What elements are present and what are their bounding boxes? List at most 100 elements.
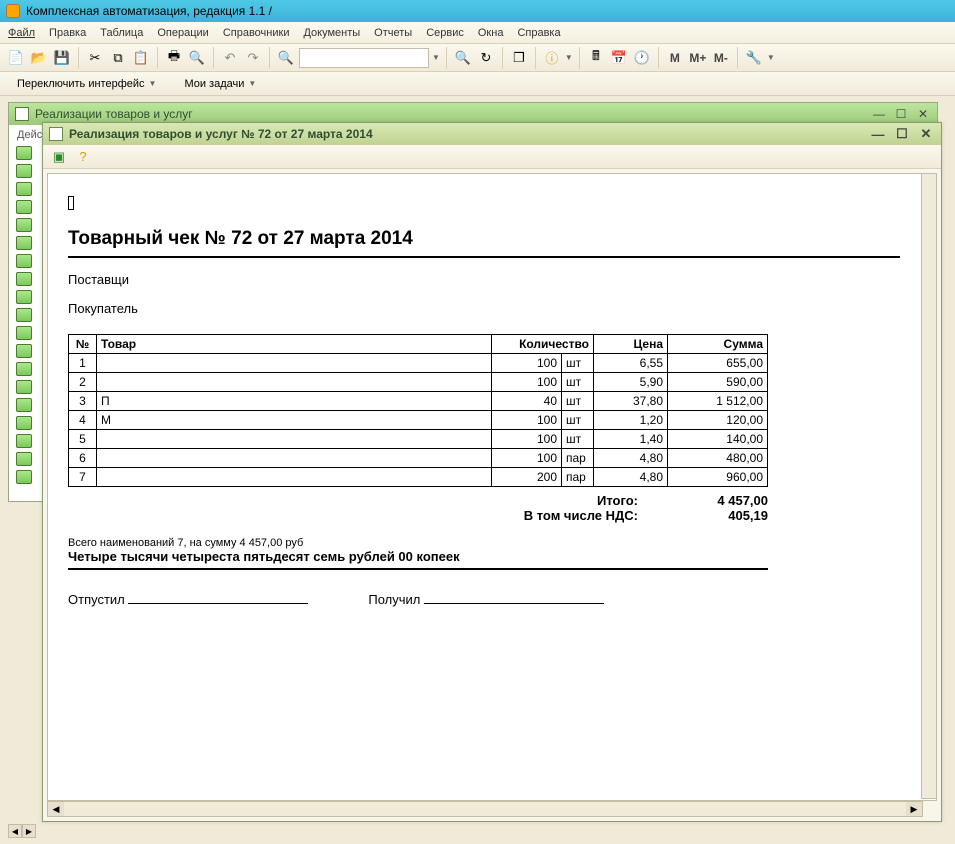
minimize-icon[interactable]: — [871, 107, 887, 121]
scroll-left-icon[interactable]: ◀ [8, 824, 22, 838]
search-input[interactable] [299, 48, 429, 68]
scroll-right-icon[interactable]: ▶ [906, 802, 922, 816]
col-sum: Сумма [668, 335, 768, 354]
cell-num: 2 [69, 373, 97, 392]
status-row-icon [16, 218, 32, 232]
cell-unit: шт [562, 354, 594, 373]
cell-product [97, 449, 492, 468]
close-icon[interactable]: ✕ [915, 107, 931, 121]
tools-icon[interactable]: 🔧 [744, 48, 764, 68]
cell-qty: 100 [492, 411, 562, 430]
menu-documents[interactable]: Документы [303, 27, 360, 39]
status-row-icon [16, 362, 32, 376]
info-dropdown-icon[interactable]: ▼ [565, 53, 573, 62]
table-row: 7200пар4,80960,00 [69, 468, 768, 487]
cell-sum: 480,00 [668, 449, 768, 468]
paste-icon[interactable]: 📋 [131, 48, 151, 68]
cell-qty: 200 [492, 468, 562, 487]
menu-table[interactable]: Таблица [100, 27, 143, 39]
maximize-icon[interactable]: ☐ [893, 107, 909, 121]
window-sales-list-title: Реализации товаров и услуг [35, 107, 193, 121]
search-dropdown-icon[interactable]: ▼ [432, 53, 440, 62]
secondary-toolbar: Переключить интерфейс▼ Мои задачи▼ [0, 72, 955, 96]
cell-price: 6,55 [594, 354, 668, 373]
scroll-left-icon[interactable]: ◀ [48, 802, 64, 816]
status-row-icon [16, 308, 32, 322]
menu-service[interactable]: Сервис [426, 27, 464, 39]
signatures: Отпустил Получил [68, 592, 900, 607]
cell-qty: 100 [492, 373, 562, 392]
document-page: Товарный чек № 72 от 27 марта 2014 Поста… [48, 174, 936, 627]
table-row: 6100пар4,80480,00 [69, 449, 768, 468]
cell-price: 37,80 [594, 392, 668, 411]
print-icon[interactable]: 🖶 [164, 48, 184, 68]
totals-block: Итого: 4 457,00 В том числе НДС: 405,19 [68, 493, 768, 523]
menu-edit[interactable]: Правка [49, 27, 86, 39]
info-icon[interactable]: ⓘ [542, 48, 562, 68]
vat-value: 405,19 [668, 508, 768, 523]
tools-dropdown-icon[interactable]: ▼ [767, 53, 775, 62]
status-row-icon [16, 272, 32, 286]
cell-num: 6 [69, 449, 97, 468]
cell-product [97, 354, 492, 373]
window-receipt: Реализация товаров и услуг № 72 от 27 ма… [42, 122, 942, 822]
calc-icon[interactable]: 🖩 [586, 48, 606, 68]
minimize-icon[interactable]: — [869, 127, 887, 141]
save-icon[interactable]: 💾 [52, 48, 72, 68]
memory-mminus[interactable]: M- [711, 48, 731, 68]
status-row-icon [16, 164, 32, 178]
outer-hscroll[interactable]: ◀ ▶ [8, 824, 38, 838]
switch-interface-button[interactable]: Переключить интерфейс▼ [8, 75, 165, 93]
received-sign-line [424, 603, 604, 604]
copy-icon[interactable]: ⧉ [108, 48, 128, 68]
status-row-icon [16, 434, 32, 448]
help-icon[interactable]: ? [73, 147, 93, 167]
summary-count: Всего наименований 7, на сумму 4 457,00 … [68, 537, 900, 549]
new-icon[interactable]: 📄 [6, 48, 26, 68]
horizontal-scrollbar[interactable]: ◀ ▶ [47, 801, 923, 817]
save-doc-icon[interactable]: ▣ [49, 147, 69, 167]
cell-price: 4,80 [594, 449, 668, 468]
total-value: 4 457,00 [668, 493, 768, 508]
cell-sum: 120,00 [668, 411, 768, 430]
zoom-icon[interactable]: 🔍 [276, 48, 296, 68]
undo-icon[interactable]: ↶ [220, 48, 240, 68]
vertical-scrollbar[interactable] [921, 173, 937, 799]
cut-icon[interactable]: ✂ [85, 48, 105, 68]
menu-help[interactable]: Справка [517, 27, 560, 39]
cell-sum: 960,00 [668, 468, 768, 487]
memory-mplus[interactable]: M+ [688, 48, 708, 68]
cell-qty: 40 [492, 392, 562, 411]
menu-file[interactable]: Файл [8, 27, 35, 39]
preview-icon[interactable]: 🔍 [187, 48, 207, 68]
menu-windows[interactable]: Окна [478, 27, 504, 39]
cell-price: 1,20 [594, 411, 668, 430]
menu-operations[interactable]: Операции [157, 27, 208, 39]
table-row: 4М100шт1,20120,00 [69, 411, 768, 430]
items-table: № Товар Количество Цена Сумма 1100шт6,55… [68, 334, 768, 487]
menu-references[interactable]: Справочники [223, 27, 290, 39]
total-label: Итого: [597, 493, 638, 508]
scroll-right-icon[interactable]: ▶ [22, 824, 36, 838]
my-tasks-button[interactable]: Мои задачи▼ [175, 75, 265, 93]
menu-reports[interactable]: Отчеты [374, 27, 412, 39]
cell-product [97, 373, 492, 392]
calendar-icon[interactable]: 📅 [609, 48, 629, 68]
redo-icon[interactable]: ↷ [243, 48, 263, 68]
open-icon[interactable]: 📂 [29, 48, 49, 68]
close-icon[interactable]: ✕ [917, 127, 935, 141]
document-viewport[interactable]: Товарный чек № 72 от 27 марта 2014 Поста… [47, 173, 937, 801]
find-icon[interactable]: 🔍 [453, 48, 473, 68]
cell-price: 5,90 [594, 373, 668, 392]
clock-icon[interactable]: 🕐 [632, 48, 652, 68]
refresh-icon[interactable]: ↻ [476, 48, 496, 68]
memory-m[interactable]: M [665, 48, 685, 68]
receipt-toolbar: ▣ ? [43, 145, 941, 169]
table-header-row: № Товар Количество Цена Сумма [69, 335, 768, 354]
maximize-icon[interactable]: ☐ [893, 127, 911, 141]
document-icon [49, 127, 63, 141]
app-icon [6, 4, 20, 18]
status-row-icon [16, 470, 32, 484]
window-receipt-header[interactable]: Реализация товаров и услуг № 72 от 27 ма… [43, 123, 941, 145]
windows-icon[interactable]: ❐ [509, 48, 529, 68]
